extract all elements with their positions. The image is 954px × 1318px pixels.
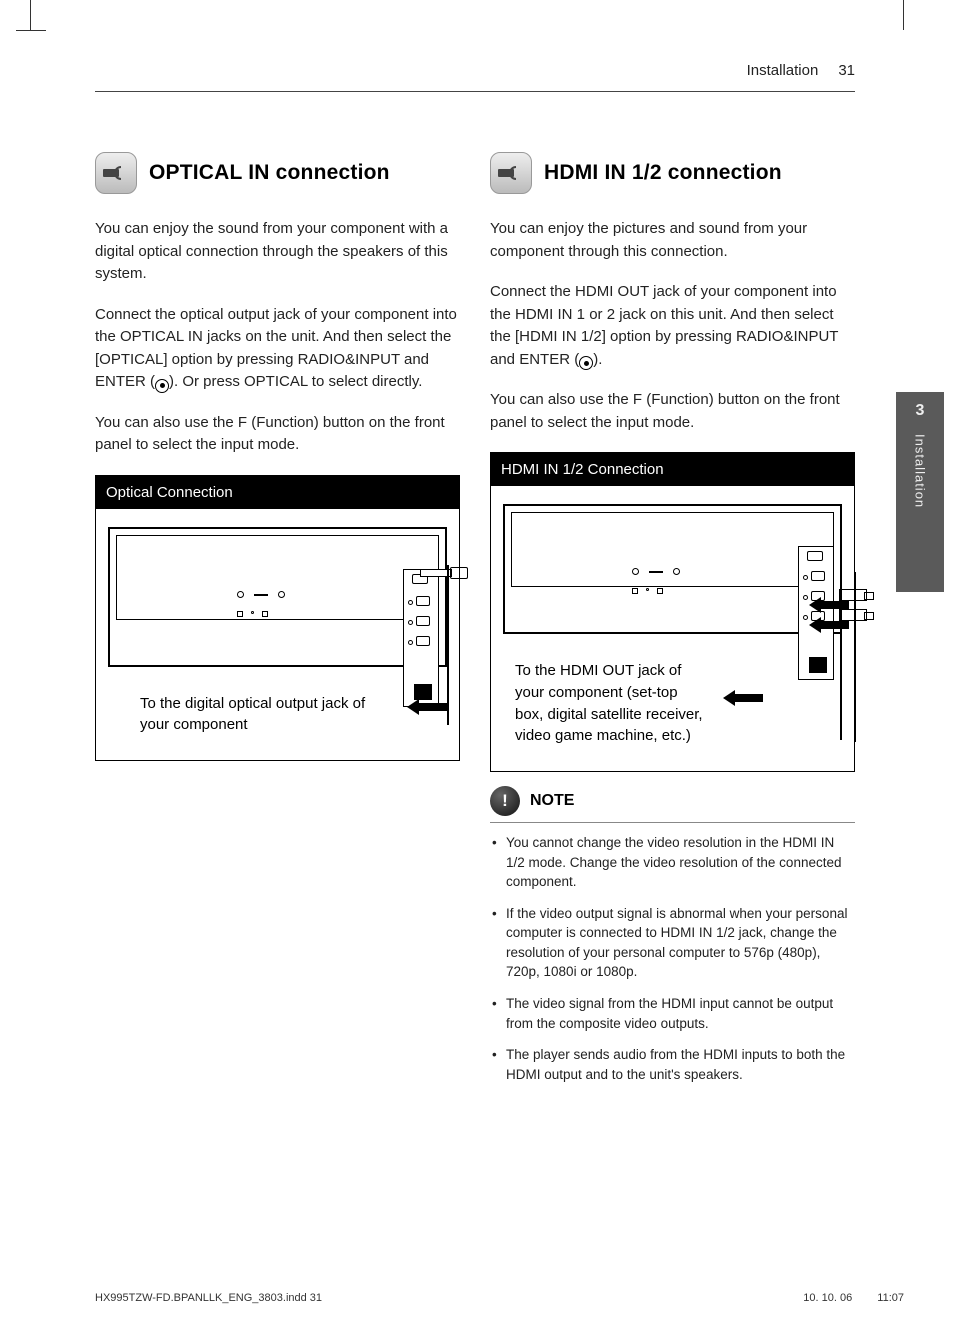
- optical-title: OPTICAL IN connection: [149, 161, 390, 185]
- port-panel: [798, 546, 834, 680]
- hdmi-p1: You can enjoy the pictures and sound fro…: [490, 218, 855, 263]
- enter-icon: [155, 379, 169, 393]
- device-rear-diagram: [503, 504, 842, 634]
- hdmi-p2b: ).: [593, 351, 602, 368]
- header-section: Installation: [747, 62, 819, 79]
- chapter-label: Installation: [913, 434, 928, 508]
- optical-p2b: ). Or press OPTICAL to select directly.: [169, 373, 422, 390]
- right-column: HDMI IN 1/2 connection You can enjoy the…: [490, 152, 855, 1096]
- lan-port-icon: [809, 657, 827, 673]
- page-content: Installation 31 OPTICAL IN connection Yo…: [95, 62, 855, 1096]
- crop-mark: [903, 0, 904, 30]
- crop-mark: [30, 0, 31, 30]
- device-rear-diagram: [108, 527, 447, 667]
- hdmi-icon: [490, 152, 532, 194]
- optical-p2: Connect the optical output jack of your …: [95, 304, 460, 394]
- lan-port-icon: [414, 684, 432, 700]
- note-item: The player sends audio from the HDMI inp…: [490, 1045, 853, 1084]
- footer-filename: HX995TZW-FD.BPANLLK_ENG_3803.indd 31: [95, 1292, 322, 1304]
- port-panel: [403, 569, 439, 707]
- print-footer: HX995TZW-FD.BPANLLK_ENG_3803.indd 31 10.…: [95, 1292, 904, 1304]
- hdmi-p3: You can also use the F (Function) button…: [490, 389, 855, 434]
- note-item: If the video output signal is abnormal w…: [490, 904, 853, 982]
- note-item: You cannot change the video resolution i…: [490, 833, 853, 892]
- arrow-left-icon: [809, 617, 849, 633]
- optical-caption: To the digital optical output jack of yo…: [140, 693, 389, 737]
- left-column: OPTICAL IN connection You can enjoy the …: [95, 152, 460, 1096]
- hdmi-p2a: Connect the HDMI OUT jack of your compon…: [490, 283, 838, 368]
- optical-figure: Optical Connection: [95, 475, 460, 762]
- enter-icon: [579, 356, 593, 370]
- arrow-left-icon: [407, 699, 447, 715]
- note-item: The video signal from the HDMI input can…: [490, 994, 853, 1033]
- chapter-tab: 3 Installation: [896, 392, 944, 592]
- optical-fig-title: Optical Connection: [96, 476, 459, 509]
- optical-icon: [95, 152, 137, 194]
- hdmi-p2: Connect the HDMI OUT jack of your compon…: [490, 281, 855, 371]
- hdmi-caption: To the HDMI OUT jack of your component (…: [515, 660, 705, 747]
- hdmi-fig-title: HDMI IN 1/2 Connection: [491, 453, 854, 486]
- note-title: NOTE: [530, 792, 574, 810]
- chapter-number: 3: [896, 392, 944, 426]
- hdmi-figure: HDMI IN 1/2 Connection: [490, 452, 855, 772]
- optical-caption-row: To the digital optical output jack of yo…: [108, 693, 447, 737]
- alert-icon: !: [490, 786, 520, 816]
- page-number: 31: [838, 62, 855, 79]
- note-list: You cannot change the video resolution i…: [490, 833, 855, 1084]
- footer-date: 10. 10. 06: [803, 1292, 852, 1304]
- hdmi-caption-row: To the HDMI OUT jack of your component (…: [503, 660, 842, 747]
- note-header: ! NOTE: [490, 786, 855, 823]
- optical-p3: You can also use the F (Function) button…: [95, 412, 460, 457]
- hdmi-title: HDMI IN 1/2 connection: [544, 161, 782, 185]
- arrow-left-icon: [723, 690, 763, 706]
- optical-p1: You can enjoy the sound from your compon…: [95, 218, 460, 286]
- page-header: Installation 31: [95, 62, 855, 92]
- footer-time: 11:07: [877, 1292, 904, 1304]
